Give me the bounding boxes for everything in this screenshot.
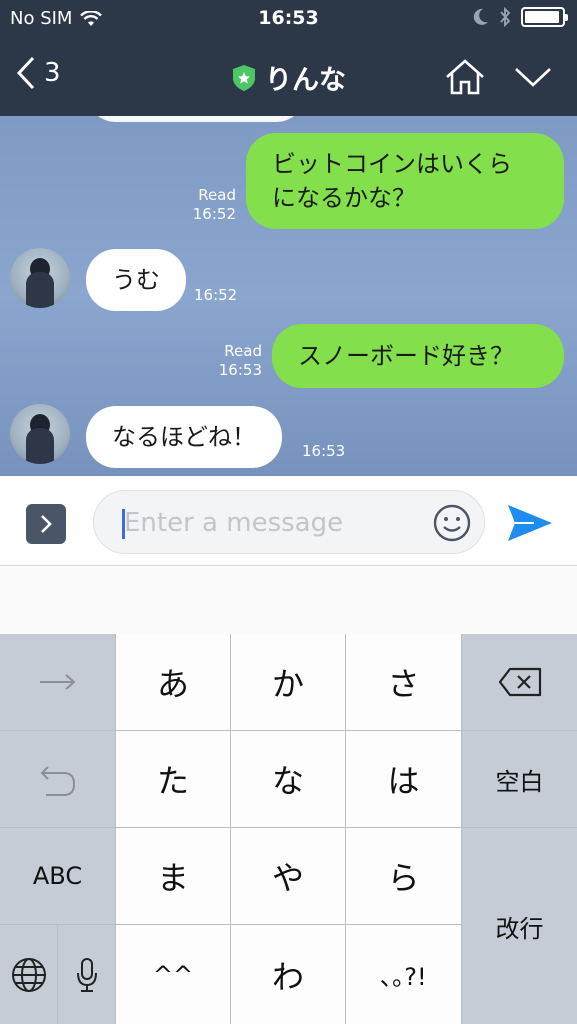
message-text: うむ <box>112 266 160 294</box>
globe-key[interactable] <box>0 925 57 1024</box>
message-text-line: ビットコインはいくら <box>272 150 512 178</box>
chevron-down-icon[interactable] <box>514 66 552 88</box>
emoji-icon[interactable] <box>432 503 472 543</box>
message-text: スノーボード好き？ <box>298 342 514 370</box>
mic-key[interactable] <box>58 925 115 1024</box>
backspace-icon <box>498 667 541 697</box>
microphone-icon <box>76 957 97 992</box>
punctuation-key[interactable]: ､｡?! <box>346 925 461 1024</box>
chat-area[interactable]: Read 16:52 ビットコインはいくら になるかな？ うむ 16:52 Re… <box>0 116 577 476</box>
avatar[interactable] <box>10 404 70 464</box>
kana-key[interactable]: あ <box>116 634 230 730</box>
message-input-bar <box>0 476 577 566</box>
chevron-right-icon <box>41 515 52 533</box>
space-key[interactable]: 空白 <box>462 731 577 827</box>
chat-title: りんな <box>0 58 577 97</box>
undo-key[interactable] <box>0 731 115 827</box>
return-key[interactable]: 改行 <box>462 828 577 1024</box>
read-label: Read <box>198 186 236 204</box>
kana-key[interactable]: ま <box>116 828 230 924</box>
message-text-line: になるかな？ <box>272 184 416 212</box>
emoticon-key[interactable]: ^^ <box>116 925 230 1024</box>
kana-key[interactable]: か <box>231 634 345 730</box>
home-icon[interactable] <box>444 58 486 96</box>
arrow-right-icon <box>39 674 76 690</box>
expand-menu-button[interactable] <box>26 504 66 544</box>
message-text: なるほどね！ <box>112 423 256 451</box>
globe-icon <box>11 957 46 992</box>
battery-icon <box>521 7 568 27</box>
read-label: Read <box>224 342 262 360</box>
text-cursor <box>122 509 125 539</box>
send-icon[interactable] <box>506 503 554 543</box>
official-shield-icon <box>233 64 255 91</box>
undo-icon <box>40 766 75 796</box>
next-char-key[interactable] <box>0 634 115 730</box>
outgoing-message[interactable]: スノーボード好き？ <box>272 324 564 388</box>
kana-key[interactable]: な <box>231 731 345 827</box>
kana-key[interactable]: は <box>346 731 461 827</box>
kana-key[interactable]: ら <box>346 828 461 924</box>
kana-key[interactable]: た <box>116 731 230 827</box>
message-input[interactable] <box>122 505 422 541</box>
incoming-message[interactable]: なるほどね！ <box>86 406 282 468</box>
moon-icon <box>473 8 488 25</box>
bluetooth-icon <box>500 7 511 27</box>
chat-title-text: りんな <box>265 65 346 96</box>
outgoing-message[interactable]: ビットコインはいくら になるかな？ <box>246 133 564 229</box>
chat-header: 3 りんな <box>0 38 577 116</box>
input-spacer <box>0 566 577 634</box>
abc-key[interactable]: ABC <box>0 828 115 924</box>
incoming-message[interactable]: うむ <box>86 249 186 311</box>
kana-key[interactable]: や <box>231 828 345 924</box>
message-time: 16:53 <box>302 442 346 460</box>
avatar[interactable] <box>10 248 70 308</box>
message-time: 16:53 <box>218 361 262 379</box>
delete-key[interactable] <box>462 634 577 730</box>
message-field[interactable] <box>93 490 485 554</box>
kana-key[interactable]: わ <box>231 925 345 1024</box>
kana-key[interactable]: さ <box>346 634 461 730</box>
message-meta: Read 16:52 <box>186 186 236 224</box>
previous-message-bubble <box>86 116 306 122</box>
status-bar: No SIM 16:53 <box>0 0 577 38</box>
keyboard: ABC あ か さ た な は ま や ら ^^ わ ､｡?! 空白 改行 <box>0 634 577 1024</box>
message-meta: Read 16:53 <box>212 342 262 380</box>
message-time: 16:52 <box>192 205 236 223</box>
message-time: 16:52 <box>194 286 238 304</box>
